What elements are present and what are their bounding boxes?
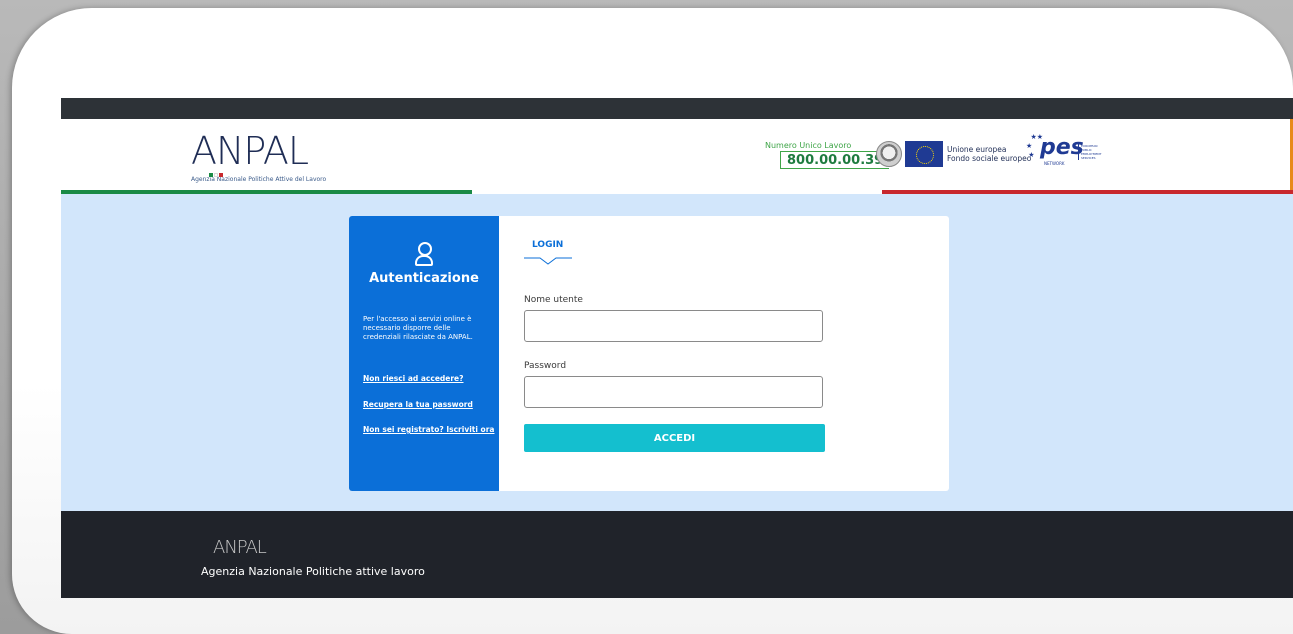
eu-line-2: Fondo sociale europeo: [947, 154, 1032, 163]
stripe-red: [882, 190, 1293, 194]
eu-line-1: Unione europea: [947, 145, 1007, 154]
tab-login[interactable]: LOGIN: [532, 240, 563, 250]
top-bar: [61, 98, 1293, 119]
username-label: Nome utente: [524, 295, 583, 305]
browser-page: ANPAL Agenzia Nazionale Politiche Attive…: [61, 98, 1293, 598]
pes-network-logo: ★★ ★ ★ pes NETWORK EUROPEAN PUBLIC EMPLOY…: [1026, 133, 1101, 173]
eu-text: Unione europea Fondo sociale europeo: [947, 145, 1031, 163]
logo-subtitle: Agenzia Nazionale Politiche Attive del L…: [191, 176, 327, 183]
password-input[interactable]: [524, 376, 823, 408]
username-input[interactable]: [524, 310, 823, 342]
user-icon: [415, 242, 433, 266]
auth-description: Per l'accesso ai servizi online è necess…: [363, 315, 473, 341]
auth-side-panel: Autenticazione Per l'accesso ai servizi …: [349, 216, 499, 491]
stripe-green: [61, 190, 472, 194]
site-header: ANPAL Agenzia Nazionale Politiche Attive…: [61, 119, 1293, 190]
anpal-logo[interactable]: ANPAL Agenzia Nazionale Politiche Attive…: [191, 132, 326, 183]
hotline-label: Numero Unico Lavoro: [765, 141, 852, 150]
login-button[interactable]: ACCEDI: [524, 424, 825, 452]
hotline-number: 800.00.00.39: [780, 151, 890, 169]
auth-title: Autenticazione: [369, 271, 479, 286]
footer-logo: ANPAL: [213, 537, 267, 558]
italian-flag-icon: [209, 173, 223, 177]
login-form: LOGIN Nome utente Password ACCEDI: [524, 216, 924, 491]
tricolor-stripe: [61, 190, 1293, 194]
pes-side-text: EUROPEAN PUBLIC EMPLOYMENT SERVICES: [1078, 144, 1103, 160]
hotline: Numero Unico Lavoro 800.00.00.39: [765, 141, 890, 169]
login-card: Autenticazione Per l'accesso ai servizi …: [349, 216, 949, 491]
footer-tagline: Agenzia Nazionale Politiche attive lavor…: [201, 565, 425, 578]
site-footer: ANPAL Agenzia Nazionale Politiche attive…: [61, 511, 1293, 598]
eu-flag-icon: [905, 141, 943, 167]
password-label: Password: [524, 361, 567, 371]
italian-republic-emblem-icon: [876, 141, 902, 167]
logo-wordmark: ANPAL: [191, 129, 309, 173]
recover-password-link[interactable]: Recupera la tua password: [363, 400, 473, 409]
pes-network-text: NETWORK: [1044, 161, 1065, 166]
tab-indicator-chevron-icon: [524, 257, 572, 265]
register-link[interactable]: Non sei registrato? Iscriviti ora: [363, 425, 494, 434]
stripe-white: [471, 190, 883, 194]
trouble-login-link[interactable]: Non riesci ad accedere?: [363, 374, 464, 383]
